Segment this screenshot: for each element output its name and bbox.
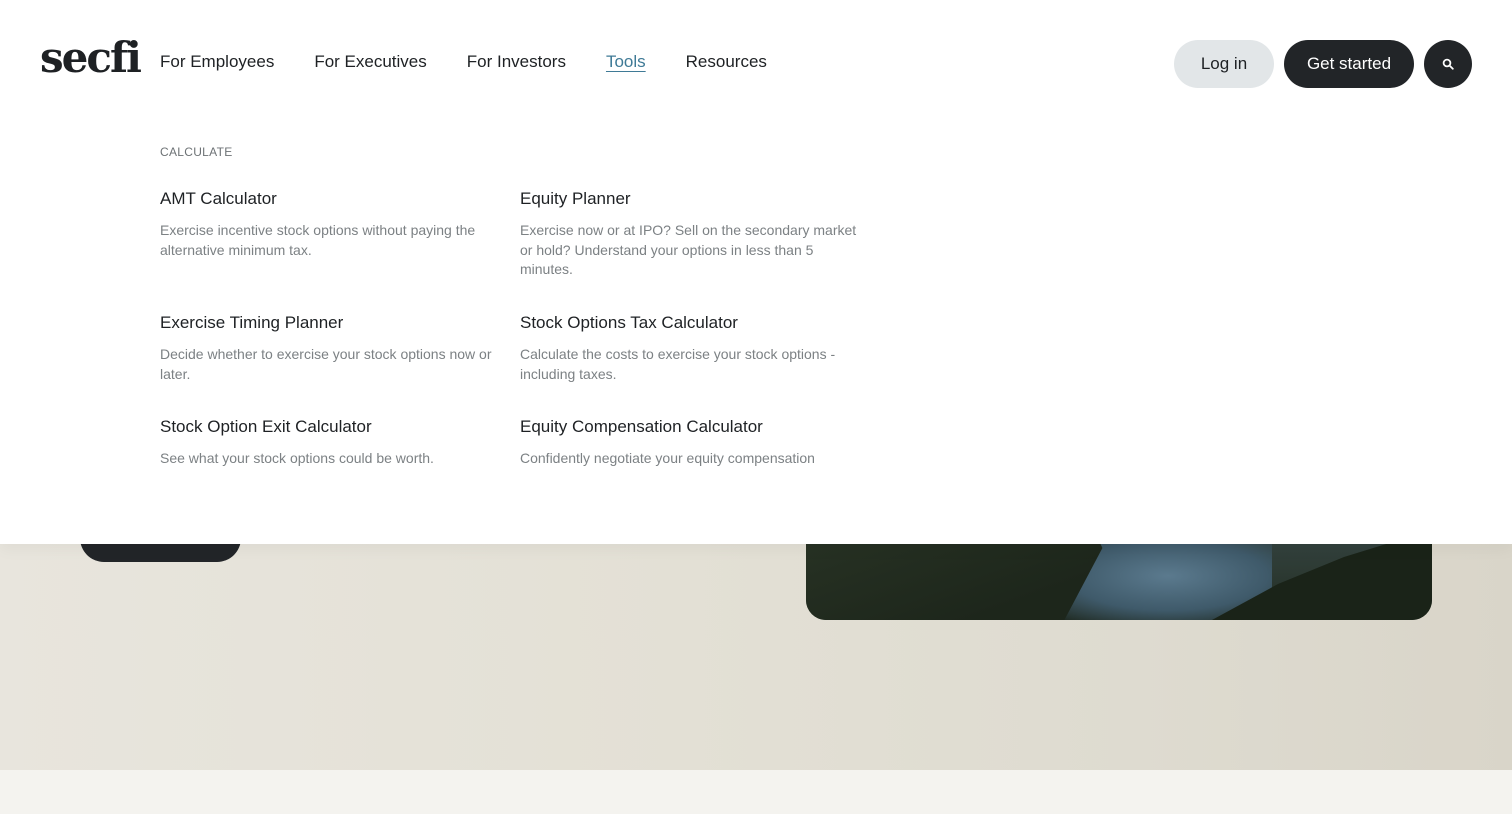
page-band — [0, 770, 1512, 814]
tool-exercise-timing-planner[interactable]: Exercise Timing Planner Decide whether t… — [160, 312, 500, 384]
tool-description: Exercise now or at IPO? Sell on the seco… — [520, 222, 857, 277]
section-label-calculate: CALCULATE — [160, 145, 233, 159]
tool-description: See what your stock options could be wor… — [160, 450, 434, 466]
tool-stock-options-tax-calculator[interactable]: Stock Options Tax Calculator Calculate t… — [520, 312, 860, 384]
tool-equity-compensation-calculator[interactable]: Equity Compensation Calculator Confident… — [520, 416, 860, 469]
get-started-button[interactable]: Get started — [1284, 40, 1414, 88]
nav-for-investors[interactable]: For Investors — [467, 50, 566, 74]
login-button[interactable]: Log in — [1174, 40, 1274, 88]
nav-resources[interactable]: Resources — [686, 50, 767, 74]
nav-tools[interactable]: Tools — [606, 50, 646, 74]
tool-description: Exercise incentive stock options without… — [160, 222, 476, 258]
tool-title: Equity Planner — [520, 189, 631, 208]
tool-description: Decide whether to exercise your stock op… — [160, 346, 492, 382]
secfi-logo[interactable]: secfi — [40, 34, 142, 82]
search-icon — [1442, 58, 1454, 70]
tool-title: Equity Compensation Calculator — [520, 417, 763, 436]
nav-for-executives[interactable]: For Executives — [314, 50, 426, 74]
tool-description: Confidently negotiate your equity compen… — [520, 450, 815, 466]
tool-stock-option-exit-calculator[interactable]: Stock Option Exit Calculator See what yo… — [160, 416, 500, 469]
tool-title: Exercise Timing Planner — [160, 313, 344, 332]
main-nav: For Employees For Executives For Investo… — [160, 50, 767, 74]
search-button[interactable] — [1424, 40, 1472, 88]
tool-amt-calculator[interactable]: AMT Calculator Exercise incentive stock … — [160, 188, 500, 260]
tools-dropdown-panel: secfi For Employees For Executives For I… — [0, 0, 1512, 544]
nav-for-employees[interactable]: For Employees — [160, 50, 274, 74]
tool-title: Stock Options Tax Calculator — [520, 313, 738, 332]
tool-description: Calculate the costs to exercise your sto… — [520, 346, 836, 382]
tool-equity-planner[interactable]: Equity Planner Exercise now or at IPO? S… — [520, 188, 860, 280]
tool-title: Stock Option Exit Calculator — [160, 417, 372, 436]
tool-title: AMT Calculator — [160, 189, 277, 208]
